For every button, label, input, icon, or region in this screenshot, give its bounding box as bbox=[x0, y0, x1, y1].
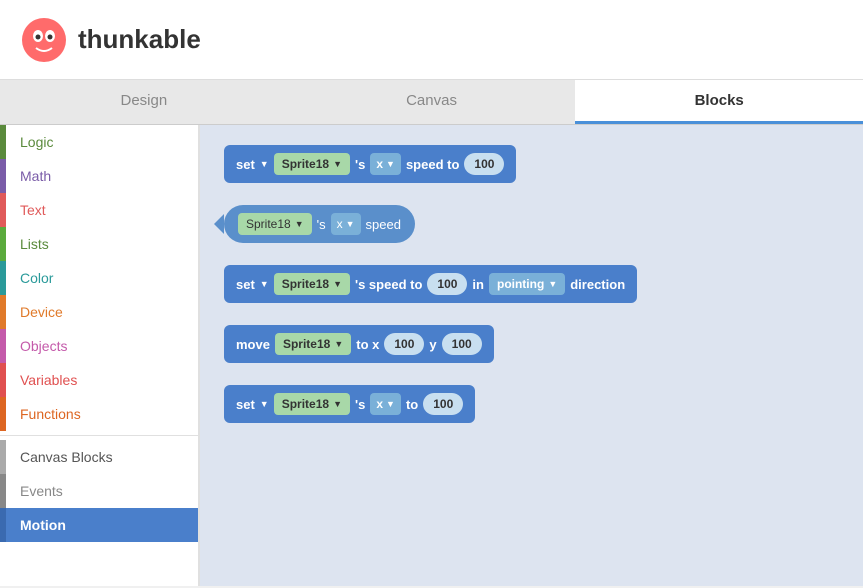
set-chevron: ▼ bbox=[260, 159, 269, 169]
sidebar-item-logic[interactable]: Logic bbox=[0, 125, 198, 159]
tab-canvas[interactable]: Canvas bbox=[288, 80, 576, 124]
value-box-3[interactable]: 100 bbox=[427, 273, 467, 295]
set-label-3: set bbox=[236, 277, 255, 292]
to-label-5: to bbox=[406, 397, 418, 412]
x-value-box-4[interactable]: 100 bbox=[384, 333, 424, 355]
set-label: set bbox=[236, 157, 255, 172]
tabs-bar: Design Canvas Blocks bbox=[0, 80, 863, 125]
left-notch-2 bbox=[214, 214, 224, 234]
x-dropdown-1[interactable]: x ▼ bbox=[370, 153, 401, 175]
speed-label-2: speed bbox=[366, 217, 401, 232]
sidebar-item-objects[interactable]: Objects bbox=[0, 329, 198, 363]
set-chevron-3: ▼ bbox=[260, 279, 269, 289]
x-dropdown-5[interactable]: x ▼ bbox=[370, 393, 401, 415]
logic-color-bar bbox=[0, 125, 6, 159]
set-label-5: set bbox=[236, 397, 255, 412]
block-row-set-direction: set ▼ Sprite18 ▼ 's speed to 100 in poin… bbox=[224, 265, 839, 303]
sidebar: Logic Math Text Lists Color Device Objec… bbox=[0, 125, 200, 586]
main-layout: Logic Math Text Lists Color Device Objec… bbox=[0, 125, 863, 586]
logo-area: thunkable bbox=[20, 16, 201, 64]
y-label-4: y bbox=[429, 337, 436, 352]
block-row-move: move Sprite18 ▼ to x 100 y 100 bbox=[224, 325, 839, 363]
to-x-label-4: to x bbox=[356, 337, 379, 352]
text-color-bar bbox=[0, 193, 6, 227]
device-color-bar bbox=[0, 295, 6, 329]
header: thunkable bbox=[0, 0, 863, 80]
sprite-dropdown-2[interactable]: Sprite18 ▼ bbox=[238, 213, 312, 235]
block-get-speed: Sprite18 ▼ 's x ▼ speed bbox=[224, 205, 415, 243]
sidebar-item-math[interactable]: Math bbox=[0, 159, 198, 193]
motion-color-bar bbox=[0, 508, 6, 542]
color-color-bar bbox=[0, 261, 6, 295]
set-chevron-5: ▼ bbox=[260, 399, 269, 409]
direction-dropdown-3[interactable]: pointing ▼ bbox=[489, 273, 565, 295]
sidebar-divider bbox=[0, 435, 198, 436]
block-row-set-to: set ▼ Sprite18 ▼ 's x ▼ to 100 bbox=[224, 385, 839, 423]
canvas-blocks-color-bar bbox=[0, 440, 6, 474]
apostrophe-s-2: 's bbox=[317, 217, 326, 232]
block-row-set-speed: set ▼ Sprite18 ▼ 's x ▼ speed to 100 bbox=[224, 145, 839, 183]
value-box-1[interactable]: 100 bbox=[464, 153, 504, 175]
sidebar-item-device[interactable]: Device bbox=[0, 295, 198, 329]
sprite-dropdown-1[interactable]: Sprite18 ▼ bbox=[274, 153, 350, 175]
block-set-to: set ▼ Sprite18 ▼ 's x ▼ to 100 bbox=[224, 385, 475, 423]
events-color-bar bbox=[0, 474, 6, 508]
in-label-3: in bbox=[472, 277, 484, 292]
variables-color-bar bbox=[0, 363, 6, 397]
apostrophe-s-1: 's bbox=[355, 157, 365, 172]
sidebar-item-variables[interactable]: Variables bbox=[0, 363, 198, 397]
direction-suffix-3: direction bbox=[570, 277, 625, 292]
move-label: move bbox=[236, 337, 270, 352]
objects-color-bar bbox=[0, 329, 6, 363]
speed-to-label-1: speed to bbox=[406, 157, 459, 172]
tab-design[interactable]: Design bbox=[0, 80, 288, 124]
sidebar-item-events[interactable]: Events bbox=[0, 474, 198, 508]
math-color-bar bbox=[0, 159, 6, 193]
functions-color-bar bbox=[0, 397, 6, 431]
y-value-box-4[interactable]: 100 bbox=[442, 333, 482, 355]
sidebar-item-color[interactable]: Color bbox=[0, 261, 198, 295]
block-move: move Sprite18 ▼ to x 100 y 100 bbox=[224, 325, 494, 363]
block-row-get-speed: Sprite18 ▼ 's x ▼ speed bbox=[224, 205, 839, 243]
blocks-canvas: set ▼ Sprite18 ▼ 's x ▼ speed to 100 bbox=[200, 125, 863, 586]
block-set-direction: set ▼ Sprite18 ▼ 's speed to 100 in poin… bbox=[224, 265, 637, 303]
value-box-5[interactable]: 100 bbox=[423, 393, 463, 415]
lists-color-bar bbox=[0, 227, 6, 261]
sprite-dropdown-5[interactable]: Sprite18 ▼ bbox=[274, 393, 350, 415]
sidebar-item-motion[interactable]: Motion bbox=[0, 508, 198, 542]
speed-to-label-3: 's speed to bbox=[355, 277, 422, 292]
sidebar-item-lists[interactable]: Lists bbox=[0, 227, 198, 261]
x-dropdown-2[interactable]: x ▼ bbox=[331, 213, 361, 235]
sprite-dropdown-4[interactable]: Sprite18 ▼ bbox=[275, 333, 351, 355]
block-set-speed: set ▼ Sprite18 ▼ 's x ▼ speed to 100 bbox=[224, 145, 516, 183]
sidebar-item-text[interactable]: Text bbox=[0, 193, 198, 227]
sidebar-item-functions[interactable]: Functions bbox=[0, 397, 198, 431]
apostrophe-s-5: 's bbox=[355, 397, 365, 412]
sprite-dropdown-3[interactable]: Sprite18 ▼ bbox=[274, 273, 350, 295]
sidebar-item-canvas-blocks[interactable]: Canvas Blocks bbox=[0, 440, 198, 474]
logo-icon bbox=[20, 16, 68, 64]
tab-blocks[interactable]: Blocks bbox=[575, 80, 863, 124]
brand-name: thunkable bbox=[78, 24, 201, 55]
